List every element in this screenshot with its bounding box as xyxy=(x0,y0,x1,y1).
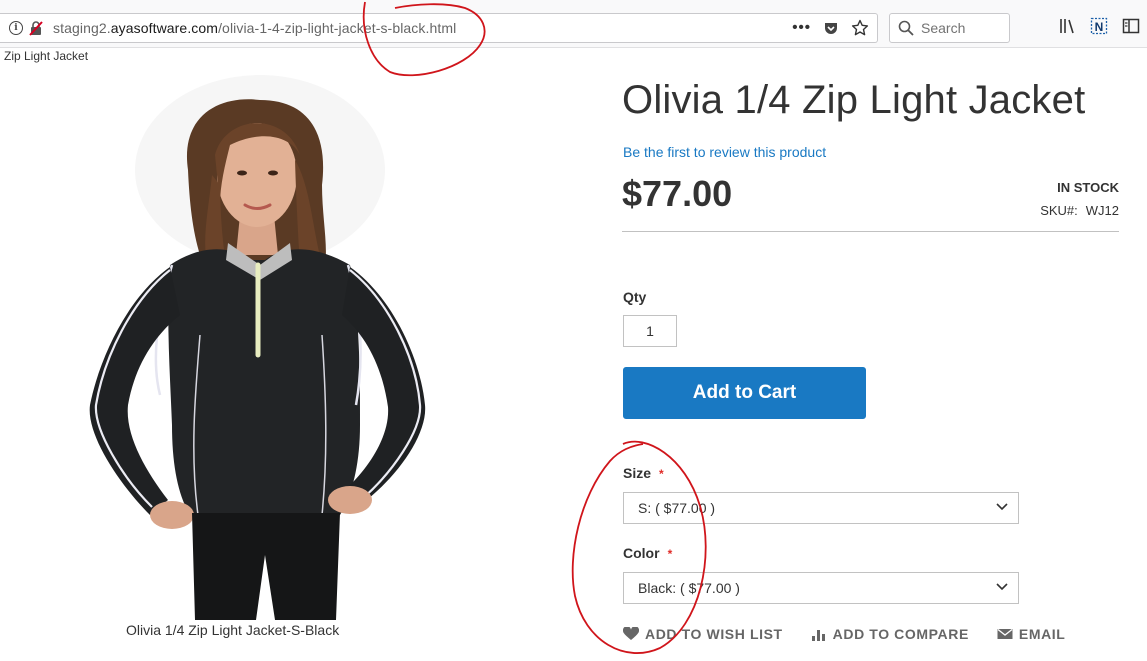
url-bar[interactable]: i staging2.ayasoftware.com/olivia-1-4-zi… xyxy=(0,13,878,43)
color-select-value: Black: ( $77.00 ) xyxy=(638,580,740,596)
stock-status: IN STOCK xyxy=(1057,180,1119,195)
bookmark-star-icon[interactable] xyxy=(851,19,869,37)
add-to-cart-button[interactable]: Add to Cart xyxy=(623,367,866,419)
divider xyxy=(622,231,1119,232)
chevron-down-icon xyxy=(996,503,1008,511)
color-label-text: Color xyxy=(623,545,660,561)
breadcrumb-current: Zip Light Jacket xyxy=(4,49,89,63)
pocket-icon[interactable] xyxy=(823,20,839,36)
search-icon xyxy=(898,20,914,36)
product-price: $77.00 xyxy=(622,173,733,214)
toolbar-icons: N xyxy=(1057,16,1141,36)
review-link[interactable]: Be the first to review this product xyxy=(623,144,826,160)
compare-label: ADD TO COMPARE xyxy=(832,626,969,642)
sidebar-icon[interactable] xyxy=(1121,16,1141,36)
qty-label: Qty xyxy=(623,289,647,305)
heart-icon xyxy=(623,627,639,640)
wishlist-label: ADD TO WISH LIST xyxy=(645,626,783,642)
info-icon[interactable]: i xyxy=(9,21,23,35)
url-text[interactable]: staging2.ayasoftware.com/olivia-1-4-zip-… xyxy=(53,20,456,36)
compare-icon xyxy=(811,630,825,641)
insecure-lock-icon[interactable] xyxy=(28,20,44,36)
envelope-icon xyxy=(997,628,1013,639)
email-label: EMAIL xyxy=(1018,626,1066,642)
extension-n-icon[interactable]: N xyxy=(1089,16,1109,36)
required-marker: * xyxy=(667,547,673,561)
product-image[interactable] xyxy=(60,75,490,620)
add-to-compare-link[interactable]: ADD TO COMPARE xyxy=(811,626,969,642)
size-select[interactable]: S: ( $77.00 ) xyxy=(623,492,1019,524)
add-to-wishlist-link[interactable]: ADD TO WISH LIST xyxy=(623,626,783,642)
product-actions: ADD TO WISH LIST ADD TO COMPARE EMAIL xyxy=(623,626,1065,642)
sku: SKU#: WJ12 xyxy=(1040,203,1119,218)
image-caption: Olivia 1/4 Zip Light Jacket-S-Black xyxy=(126,622,340,638)
chevron-down-icon xyxy=(996,583,1008,591)
svg-text:N: N xyxy=(1095,20,1104,34)
product-title: Olivia 1/4 Zip Light Jacket xyxy=(622,78,1086,122)
size-label-text: Size xyxy=(623,465,652,481)
color-label: Color * xyxy=(623,545,672,561)
page-actions-icon[interactable]: ••• xyxy=(792,18,811,38)
url-actions: ••• xyxy=(792,18,869,38)
browser-toolbar: i staging2.ayasoftware.com/olivia-1-4-zi… xyxy=(0,0,1147,48)
color-select[interactable]: Black: ( $77.00 ) xyxy=(623,572,1019,604)
browser-search-box[interactable]: Search xyxy=(889,13,1010,43)
required-marker: * xyxy=(659,467,664,481)
library-icon[interactable] xyxy=(1057,16,1077,36)
sku-label: SKU#: xyxy=(1040,203,1078,218)
sku-value: WJ12 xyxy=(1085,203,1119,218)
qty-input[interactable]: 1 xyxy=(623,315,677,347)
email-link[interactable]: EMAIL xyxy=(997,626,1066,642)
size-select-value: S: ( $77.00 ) xyxy=(638,500,716,516)
search-placeholder: Search xyxy=(921,20,966,36)
size-label: Size * xyxy=(623,465,664,481)
